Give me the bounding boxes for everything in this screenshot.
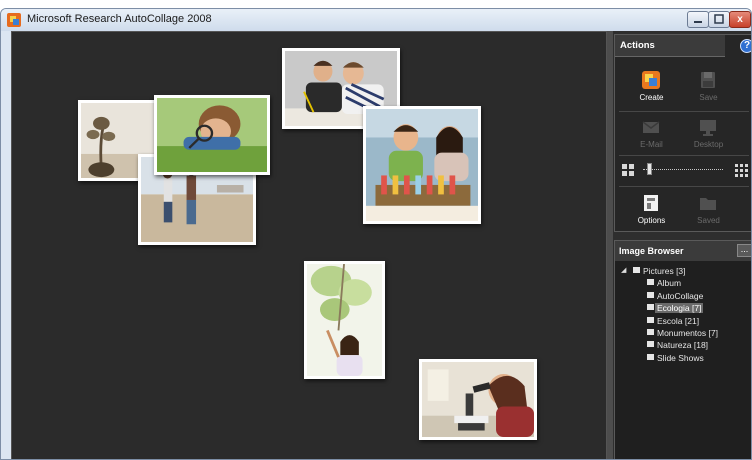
saved-folder-icon: [700, 198, 716, 210]
desktop-label: Desktop: [693, 140, 724, 149]
tree-item-label: Monumentos [7]: [657, 327, 718, 338]
collage-size-slider[interactable]: [619, 160, 749, 180]
photo-woman-microscope[interactable]: [419, 359, 537, 440]
autocollage-logo-icon: [7, 13, 21, 27]
girl-tree-image: [307, 264, 382, 376]
create-button[interactable]: Create: [624, 68, 679, 108]
tree-item-label: Pictures [3]: [643, 266, 686, 276]
app-window: Microsoft Research AutoCollage 2008 x Ac…: [0, 8, 752, 460]
photo-boy-magnifier[interactable]: [154, 95, 270, 175]
email-label: E-Mail: [640, 140, 663, 149]
actions-panel: Actions ? Create Save E-Mail Desktop Opt…: [614, 34, 751, 232]
actions-heading: Actions: [615, 35, 725, 57]
minimize-icon: [694, 21, 702, 23]
maximize-icon: [714, 14, 724, 24]
browse-more-button[interactable]: ...: [737, 244, 751, 257]
tree-item-label: Album: [657, 278, 682, 289]
tree-item-slide-shows[interactable]: Slide Shows: [621, 353, 751, 365]
close-button[interactable]: x: [729, 11, 751, 28]
create-icon: [642, 71, 660, 89]
options-icon: [644, 195, 658, 211]
small-grid-icon: [622, 164, 634, 176]
folder-tree: ◢ Pictures [3] Album AutoCollage Ecologi…: [621, 266, 751, 365]
save-label: Save: [699, 93, 718, 102]
folder-flag-icon: [647, 353, 654, 360]
microscope-image: [422, 362, 534, 437]
slider-thumb[interactable]: [646, 163, 652, 175]
photo-girl-tree[interactable]: [304, 261, 385, 379]
tree-item-label: Natureza [18]: [657, 340, 709, 351]
folder-flag-icon: [647, 341, 654, 348]
folder-flag-icon: [647, 316, 654, 323]
help-icon[interactable]: ?: [740, 39, 751, 53]
desktop-icon: [700, 120, 716, 136]
slider-track[interactable]: [643, 169, 723, 170]
folder-flag-icon: [647, 304, 654, 311]
tree-item-escola[interactable]: Escola [21]: [621, 316, 751, 328]
desktop-button[interactable]: Desktop: [681, 115, 736, 155]
tree-item-album[interactable]: Album: [621, 278, 751, 290]
collage-canvas[interactable]: [11, 31, 607, 459]
tree-item-autocollage[interactable]: AutoCollage: [621, 291, 751, 303]
saved-label: Saved: [697, 216, 720, 225]
window-title: Microsoft Research AutoCollage 2008: [27, 13, 212, 25]
options-label: Options: [637, 216, 666, 225]
folder-flag-icon: [633, 267, 640, 273]
close-icon: x: [737, 14, 743, 25]
maximize-button[interactable]: [708, 11, 730, 28]
email-button[interactable]: E-Mail: [624, 115, 679, 155]
folder-flag-icon: [647, 291, 654, 298]
test-tubes-image: [366, 109, 478, 221]
options-button[interactable]: Options: [624, 191, 679, 231]
large-grid-icon: [735, 164, 748, 177]
save-button[interactable]: Save: [681, 68, 736, 108]
create-label: Create: [639, 93, 664, 102]
tree-item-label: Ecologia [7]: [655, 303, 704, 314]
boy-magnifier-image: [157, 98, 267, 172]
image-browser-panel: Image Browser ... ◢ Pictures [3] Album A…: [614, 240, 751, 459]
actions-separator: [619, 186, 749, 187]
tree-item-ecologia[interactable]: Ecologia [7]: [621, 303, 751, 315]
actions-separator: [619, 155, 749, 156]
tree-item-label: Escola [21]: [657, 315, 700, 326]
tree-item-monumentos[interactable]: Monumentos [7]: [621, 328, 751, 340]
actions-separator: [619, 111, 749, 112]
email-icon: [642, 121, 660, 133]
photo-kids-test-tubes[interactable]: [363, 106, 481, 224]
save-icon: [701, 72, 715, 88]
side-panel: Actions ? Create Save E-Mail Desktop Opt…: [613, 31, 751, 459]
tree-item-pictures[interactable]: ◢ Pictures [3]: [621, 266, 751, 278]
tree-item-label: Slide Shows: [657, 352, 704, 363]
expand-arrow-icon[interactable]: ◢: [621, 266, 626, 274]
saved-button[interactable]: Saved: [681, 191, 736, 231]
folder-flag-icon: [647, 328, 654, 335]
minimize-button[interactable]: [687, 11, 709, 28]
folder-flag-icon: [647, 279, 654, 286]
image-browser-heading: Image Browser: [615, 241, 751, 261]
tree-item-label: AutoCollage: [657, 290, 704, 301]
tree-item-natureza[interactable]: Natureza [18]: [621, 340, 751, 352]
title-bar[interactable]: Microsoft Research AutoCollage 2008 x: [1, 9, 751, 31]
